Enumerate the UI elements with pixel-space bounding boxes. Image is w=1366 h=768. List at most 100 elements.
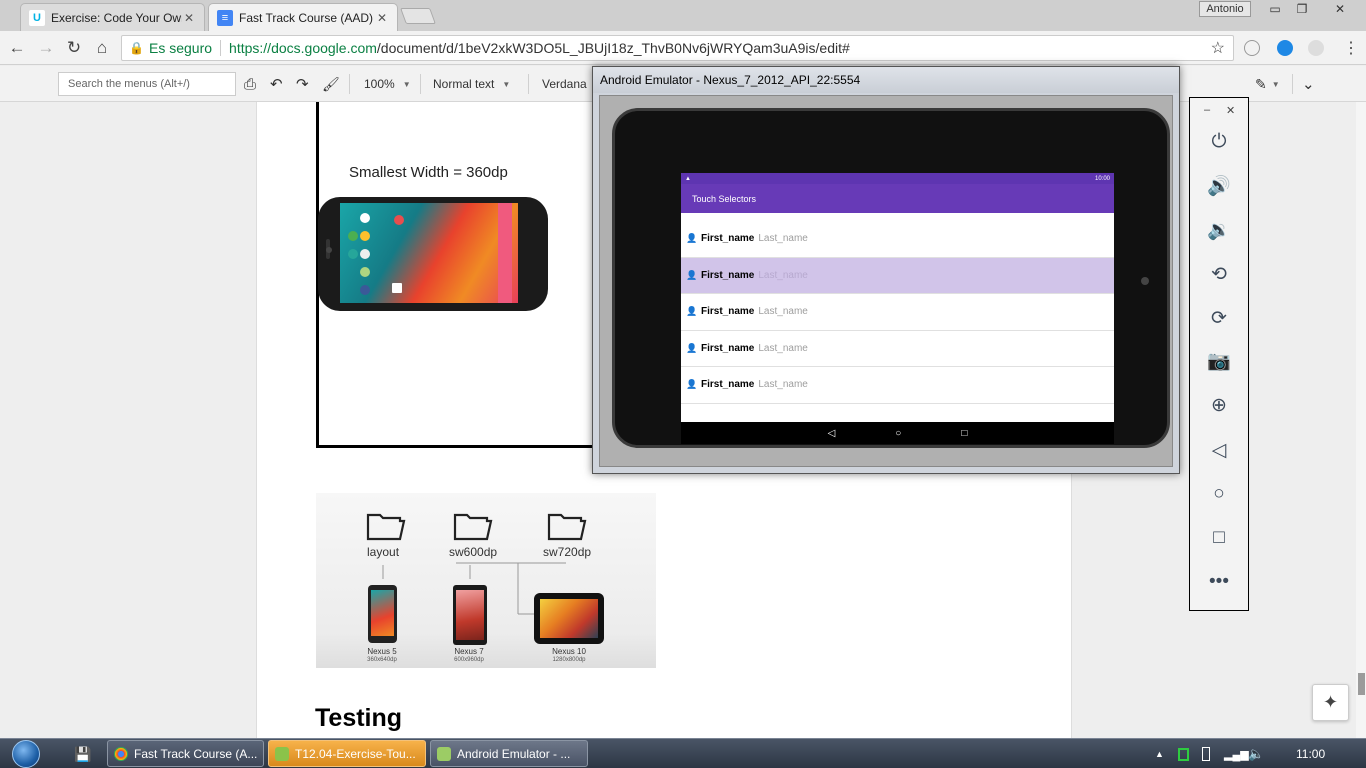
last-name: Last_name	[758, 379, 808, 391]
caret-down-icon: ▼	[402, 79, 411, 89]
start-button[interactable]	[6, 739, 46, 768]
vertical-scrollbar[interactable]	[1356, 102, 1366, 738]
android-nav-bar: ◁ ○ □	[681, 422, 1114, 444]
nexus10-image	[534, 593, 604, 644]
font-value: Verdana	[542, 77, 587, 91]
list-item[interactable]: 👤 First_name Last_name	[681, 294, 1114, 331]
rotate-left-icon[interactable]: ⟲	[1204, 260, 1234, 288]
network-icon[interactable]: ▂▄▆	[1224, 739, 1249, 768]
windows-taskbar: 💾 Fast Track Course (A... T12.04-Exercis…	[0, 738, 1366, 768]
person-icon: 👤	[686, 379, 698, 390]
zoom-select[interactable]: 100% ▼	[364, 72, 411, 96]
extension-icon[interactable]	[1244, 40, 1260, 56]
list-item[interactable]: 👤 First_name Last_name	[681, 257, 1114, 294]
last-name: Last_name	[758, 269, 808, 281]
divider	[220, 40, 222, 56]
rotate-right-icon[interactable]: ⟳	[1204, 304, 1234, 332]
home-icon[interactable]: ⌂	[91, 37, 113, 59]
minimize-icon[interactable]: ▭	[1262, 0, 1288, 18]
first-name: First_name	[701, 269, 755, 281]
battery-icon[interactable]	[1202, 739, 1210, 768]
volume-icon[interactable]: 🔈	[1248, 739, 1264, 768]
back-icon[interactable]: ◁	[1204, 436, 1234, 464]
home-icon[interactable]: ○	[1204, 480, 1234, 508]
taskbar-emulator[interactable]: Android Emulator - ...	[430, 740, 588, 767]
zoom-icon[interactable]: ⊕	[1204, 391, 1234, 419]
show-hidden-icons-icon[interactable]: ▲	[1155, 739, 1164, 768]
list-item[interactable]: 👤 First_name Last_name	[681, 221, 1114, 258]
udacity-icon: U	[29, 9, 45, 26]
tab-fast-track[interactable]: ≡ Fast Track Course (AAD) ✕	[208, 3, 398, 31]
taskbar-android-studio[interactable]: T12.04-Exercise-Tou...	[268, 740, 426, 767]
panel-minimize-icon[interactable]: –	[1204, 104, 1210, 116]
clock[interactable]: 11:00	[1296, 739, 1325, 768]
nav-back-icon[interactable]: ◁	[828, 428, 836, 439]
show-desktop-icon[interactable]: 💾	[74, 739, 91, 768]
scrollbar-thumb[interactable]	[1358, 673, 1365, 695]
last-name: Last_name	[758, 306, 808, 318]
tray-app-icon[interactable]	[1178, 739, 1189, 768]
caret-down-icon: ▼	[502, 79, 511, 89]
emulator-controls-panel: – ✕ ⏻ 🔊 🔉 ⟲ ⟳ 📷 ⊕ ◁ ○ □ •••	[1189, 97, 1249, 611]
volume-up-icon[interactable]: 🔊	[1204, 172, 1234, 200]
volume-down-icon[interactable]: 🔉	[1204, 216, 1234, 244]
secure-label: Es seguro	[149, 40, 213, 56]
back-icon[interactable]: ←	[6, 37, 28, 59]
folders-figure: layout sw600dp sw720dp Nexus 5 360x640dp…	[316, 493, 656, 668]
task-label: Android Emulator - ...	[457, 746, 571, 761]
chrome-icon	[114, 746, 128, 761]
more-icon[interactable]: •••	[1204, 568, 1234, 596]
device-label: Nexus 7	[454, 647, 484, 656]
device-resolution: 1280x800dp	[552, 657, 586, 663]
redo-icon[interactable]: ↷	[296, 72, 309, 96]
first-name: First_name	[701, 379, 755, 391]
list-item[interactable]: 👤 First_name Last_name	[681, 331, 1114, 367]
android-screen[interactable]: ▲ 10:00 Touch Selectors 👤 First_name Las…	[681, 173, 1114, 444]
docs-icon: ≡	[217, 9, 233, 26]
nav-recents-icon[interactable]: □	[961, 428, 967, 439]
font-select[interactable]: Verdana	[542, 72, 587, 96]
person-icon: 👤	[686, 233, 698, 244]
undo-icon[interactable]: ↶	[270, 72, 283, 96]
close-tab-icon[interactable]: ✕	[375, 11, 389, 25]
figure-label: Smallest Width = 360dp	[349, 164, 508, 181]
list-item[interactable]: 👤 First_name Last_name	[681, 367, 1114, 404]
emulator-icon	[437, 746, 451, 761]
section-heading: Testing	[315, 704, 403, 732]
close-window-icon[interactable]: ✕	[1318, 0, 1362, 18]
forward-icon[interactable]: →	[35, 37, 57, 59]
reload-icon[interactable]: ↻	[63, 37, 85, 59]
collapse-toolbar-icon[interactable]: ⌄	[1302, 72, 1315, 96]
close-tab-icon[interactable]: ✕	[182, 11, 196, 25]
print-icon[interactable]: ⎙	[244, 72, 256, 96]
camera-icon[interactable]: 📷	[1204, 347, 1234, 375]
tab-title: Fast Track Course (AAD)	[239, 10, 374, 25]
style-select[interactable]: Normal text ▼	[433, 72, 510, 96]
maximize-icon[interactable]: ❐	[1289, 0, 1315, 18]
paint-format-icon[interactable]: 🖌	[322, 72, 340, 96]
chrome-menu-icon[interactable]: ⋮	[1340, 37, 1362, 59]
first-name: First_name	[701, 342, 755, 354]
profile-button[interactable]: Antonio	[1199, 1, 1251, 17]
tab-exercise[interactable]: U Exercise: Code Your Own ✕	[20, 3, 205, 31]
taskbar-chrome[interactable]: Fast Track Course (A...	[107, 740, 264, 767]
nav-home-icon[interactable]: ○	[895, 428, 901, 439]
extension-icon[interactable]	[1277, 40, 1293, 56]
overview-icon[interactable]: □	[1204, 524, 1234, 552]
divider	[528, 74, 529, 94]
extension-icon[interactable]	[1308, 40, 1324, 56]
url-path: /document/d/1beV2xkW3DO5L_JBUjI18z_ThvB0…	[376, 40, 850, 56]
person-icon: 👤	[686, 306, 698, 317]
editing-mode-icon[interactable]: ✎ ▼	[1255, 72, 1280, 96]
new-tab-button[interactable]	[400, 8, 436, 24]
person-icon: 👤	[686, 342, 698, 353]
url-host: https://docs.google.com	[229, 40, 377, 56]
bookmark-star-icon[interactable]: ☆	[1211, 38, 1225, 58]
explore-icon[interactable]: ✦	[1312, 684, 1349, 721]
address-bar[interactable]: 🔒 Es seguro https://docs.google.com/docu…	[121, 35, 1234, 61]
phone-image	[318, 197, 548, 311]
panel-close-icon[interactable]: ✕	[1226, 104, 1235, 117]
power-icon[interactable]: ⏻	[1204, 128, 1234, 156]
device-label: Nexus 5	[367, 647, 397, 656]
menu-search-input[interactable]: Search the menus (Alt+/)	[58, 72, 236, 96]
